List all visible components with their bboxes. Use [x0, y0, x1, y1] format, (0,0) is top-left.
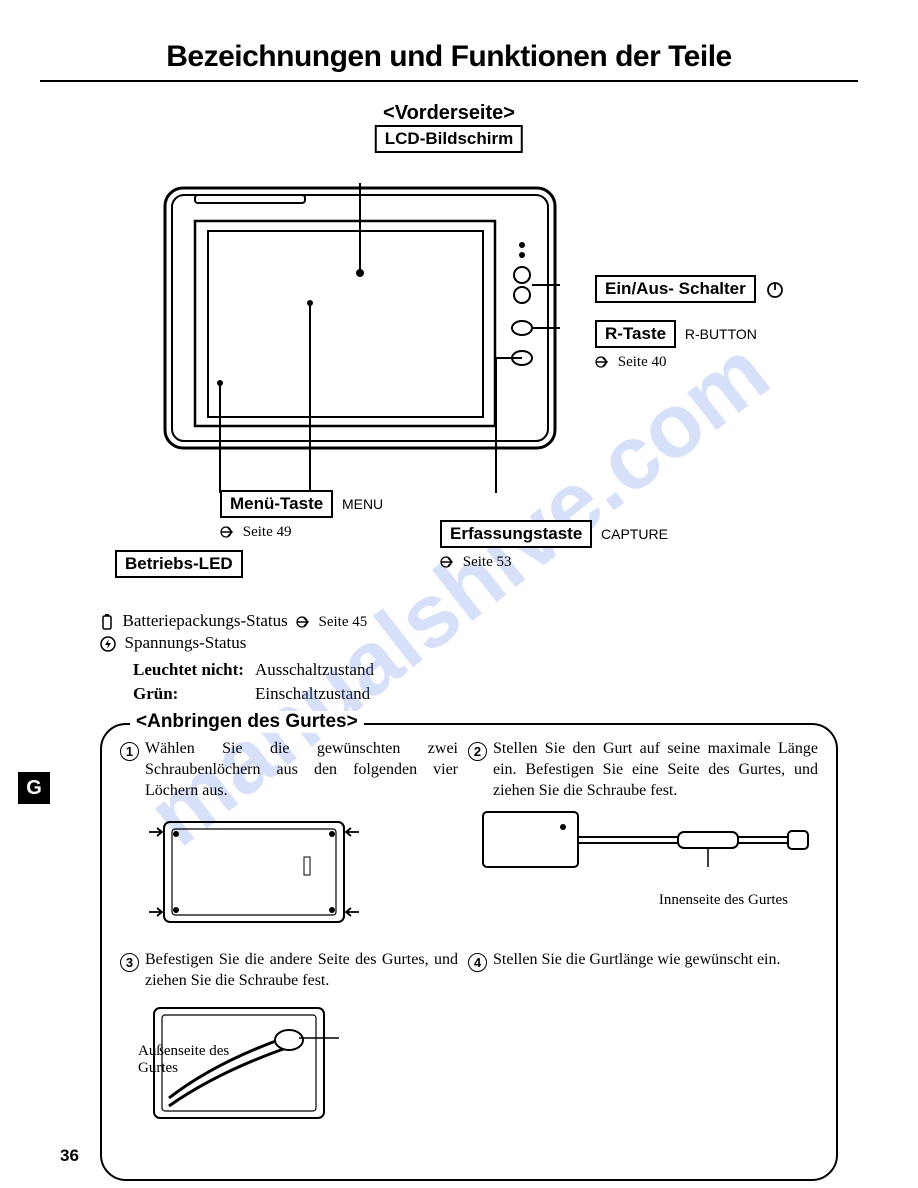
step2-figure: [478, 807, 818, 887]
step2-text: Stellen Sie den Gurt auf seine maximale …: [493, 739, 818, 801]
strap-section: <Anbringen des Gurtes> 1 Wählen Sie die …: [100, 723, 838, 1181]
off-value: Ausschaltzustand: [254, 659, 382, 681]
pointer-icon: [440, 555, 458, 569]
caption-menu: MENU: [342, 496, 383, 512]
pointer-icon: [220, 525, 238, 539]
step3-text: Befestigen Sie die andere Seite des Gurt…: [145, 950, 458, 992]
caption-capture: CAPTURE: [601, 526, 668, 542]
label-r-button: R-Taste: [595, 320, 676, 348]
on-value: Einschaltzustand: [254, 683, 382, 705]
step-num-3: 3: [120, 953, 139, 972]
step-num-2: 2: [468, 742, 487, 761]
step1-text: Wählen Sie die gewünschten zwei Schraube…: [145, 739, 458, 801]
pointer-icon: [296, 615, 314, 629]
side-tab: G: [18, 772, 50, 804]
label-power-switch: Ein/Aus- Schalter: [595, 275, 756, 303]
step-num-1: 1: [120, 742, 139, 761]
label-lcd: LCD-Bildschirm: [375, 125, 523, 153]
voltage-icon: [100, 636, 116, 652]
step4-text: Stellen Sie die Gurtlänge wie gewünscht …: [493, 950, 780, 971]
step2-caption: Innenseite des Gurtes: [478, 892, 788, 909]
caption-r-button: R-BUTTON: [685, 326, 757, 342]
strap-heading: <Anbringen des Gurtes>: [130, 711, 364, 733]
label-menu-button: Menü-Taste: [220, 490, 333, 518]
pointer-icon: [595, 355, 613, 369]
step3-caption: Außenseite des Gurtes: [138, 1043, 238, 1077]
battery-ref: Seite 45: [319, 614, 368, 630]
battery-icon: [100, 613, 114, 631]
label-capture-button: Erfassungstaste: [440, 520, 592, 548]
battery-status-text: Batteriepackungs-Status: [123, 611, 288, 630]
step-num-4: 4: [468, 953, 487, 972]
voltage-status-text: Spannungs-Status: [125, 633, 247, 652]
ref-r-button: Seite 40: [618, 354, 667, 370]
front-heading: <Vorderseite>: [40, 102, 858, 125]
status-block: Batteriepackungs-Status Seite 45 Spannun…: [40, 611, 858, 707]
off-label: Leuchtet nicht:: [133, 660, 244, 679]
title-rule: [40, 80, 858, 82]
page-title: Bezeichnungen und Funktionen der Teile: [40, 40, 858, 74]
on-label: Grün:: [133, 684, 178, 703]
ref-menu: Seite 49: [243, 524, 292, 540]
step1-figure: [144, 807, 364, 937]
label-op-led: Betriebs-LED: [115, 550, 243, 578]
device-illustration: [160, 183, 560, 493]
ref-capture: Seite 53: [463, 554, 512, 570]
front-diagram: LCD-Bildschirm: [40, 125, 858, 605]
page-number: 36: [60, 1146, 79, 1166]
power-icon: [765, 280, 785, 300]
